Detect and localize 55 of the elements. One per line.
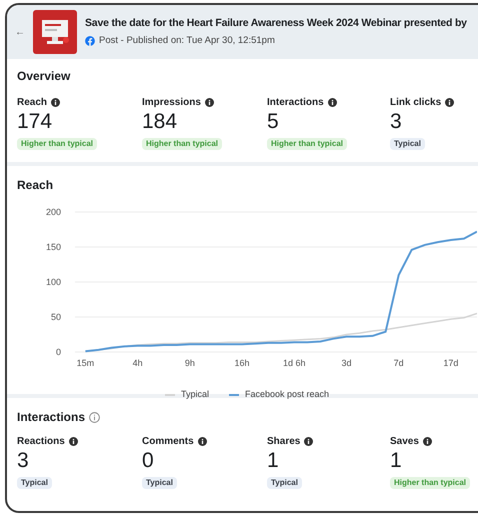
info-icon[interactable] (204, 98, 214, 107)
metric-value: 1 (390, 449, 402, 473)
x-tick-label: 16h (234, 358, 250, 368)
status-badge: Higher than typical (267, 138, 348, 150)
section-title: Reach (17, 177, 54, 194)
metric-value: 174 (17, 110, 52, 134)
info-icon[interactable] (304, 437, 314, 446)
back-button[interactable]: ← (15, 24, 25, 40)
monitor-thumbnail-icon (33, 10, 77, 54)
x-tick-label: 15m (76, 358, 94, 368)
post-meta: Post - Published on: Tue Apr 30, 12:51pm (99, 34, 275, 48)
y-tick-label: 150 (46, 242, 61, 252)
info-icon[interactable] (328, 98, 337, 107)
status-badge: Typical (17, 477, 52, 489)
metric-value: 1 (267, 449, 279, 473)
legend-label: Typical (180, 388, 209, 401)
metric-label: Link clicks (390, 96, 442, 110)
y-tick-label: 100 (46, 277, 61, 287)
x-tick-label: 3d (341, 358, 352, 368)
metric-value: 3 (17, 449, 29, 473)
info-icon[interactable] (68, 437, 78, 446)
status-badge: Higher than typical (390, 477, 470, 489)
status-badge: Typical (142, 477, 177, 489)
metric-label: Reactions (17, 435, 65, 449)
info-icon[interactable] (51, 98, 60, 107)
status-badge: Typical (390, 138, 425, 150)
status-badge: Typical (267, 477, 302, 489)
x-tick-label: 9h (184, 358, 195, 368)
section-title: Interactions (17, 409, 86, 426)
y-tick-label: 50 (50, 312, 61, 322)
status-badge: Higher than typical (17, 138, 98, 150)
legend-label: Facebook post reach (244, 388, 330, 401)
metric-value: 5 (267, 110, 279, 134)
x-tick-label: 17d (443, 358, 458, 368)
metric-label: Shares (267, 435, 300, 449)
y-tick-label: 0 (56, 347, 61, 357)
metric-value: 0 (142, 449, 154, 473)
metric-label: Interactions (267, 96, 324, 110)
status-badge: Higher than typical (142, 138, 222, 150)
y-tick-label: 200 (46, 207, 61, 217)
metric-label: Reach (17, 96, 48, 110)
info-icon[interactable] (422, 437, 432, 446)
info-icon[interactable] (198, 437, 207, 446)
metric-label: Saves (390, 435, 419, 449)
x-tick-label: 4h (132, 358, 143, 368)
metric-value: 3 (390, 110, 402, 134)
metric-value: 184 (142, 110, 178, 134)
metric-label: Comments (142, 435, 194, 449)
x-tick-label: 7d (394, 358, 404, 368)
post-title: Save the date for the Heart Failure Awareness Week 2024 Webinar presented by (85, 16, 467, 30)
facebook-icon (85, 36, 95, 46)
info-icon[interactable] (445, 98, 454, 107)
x-tick-label: 1d 6h (283, 358, 306, 368)
section-title: Overview (17, 68, 72, 85)
metric-label: Impressions (142, 96, 201, 110)
